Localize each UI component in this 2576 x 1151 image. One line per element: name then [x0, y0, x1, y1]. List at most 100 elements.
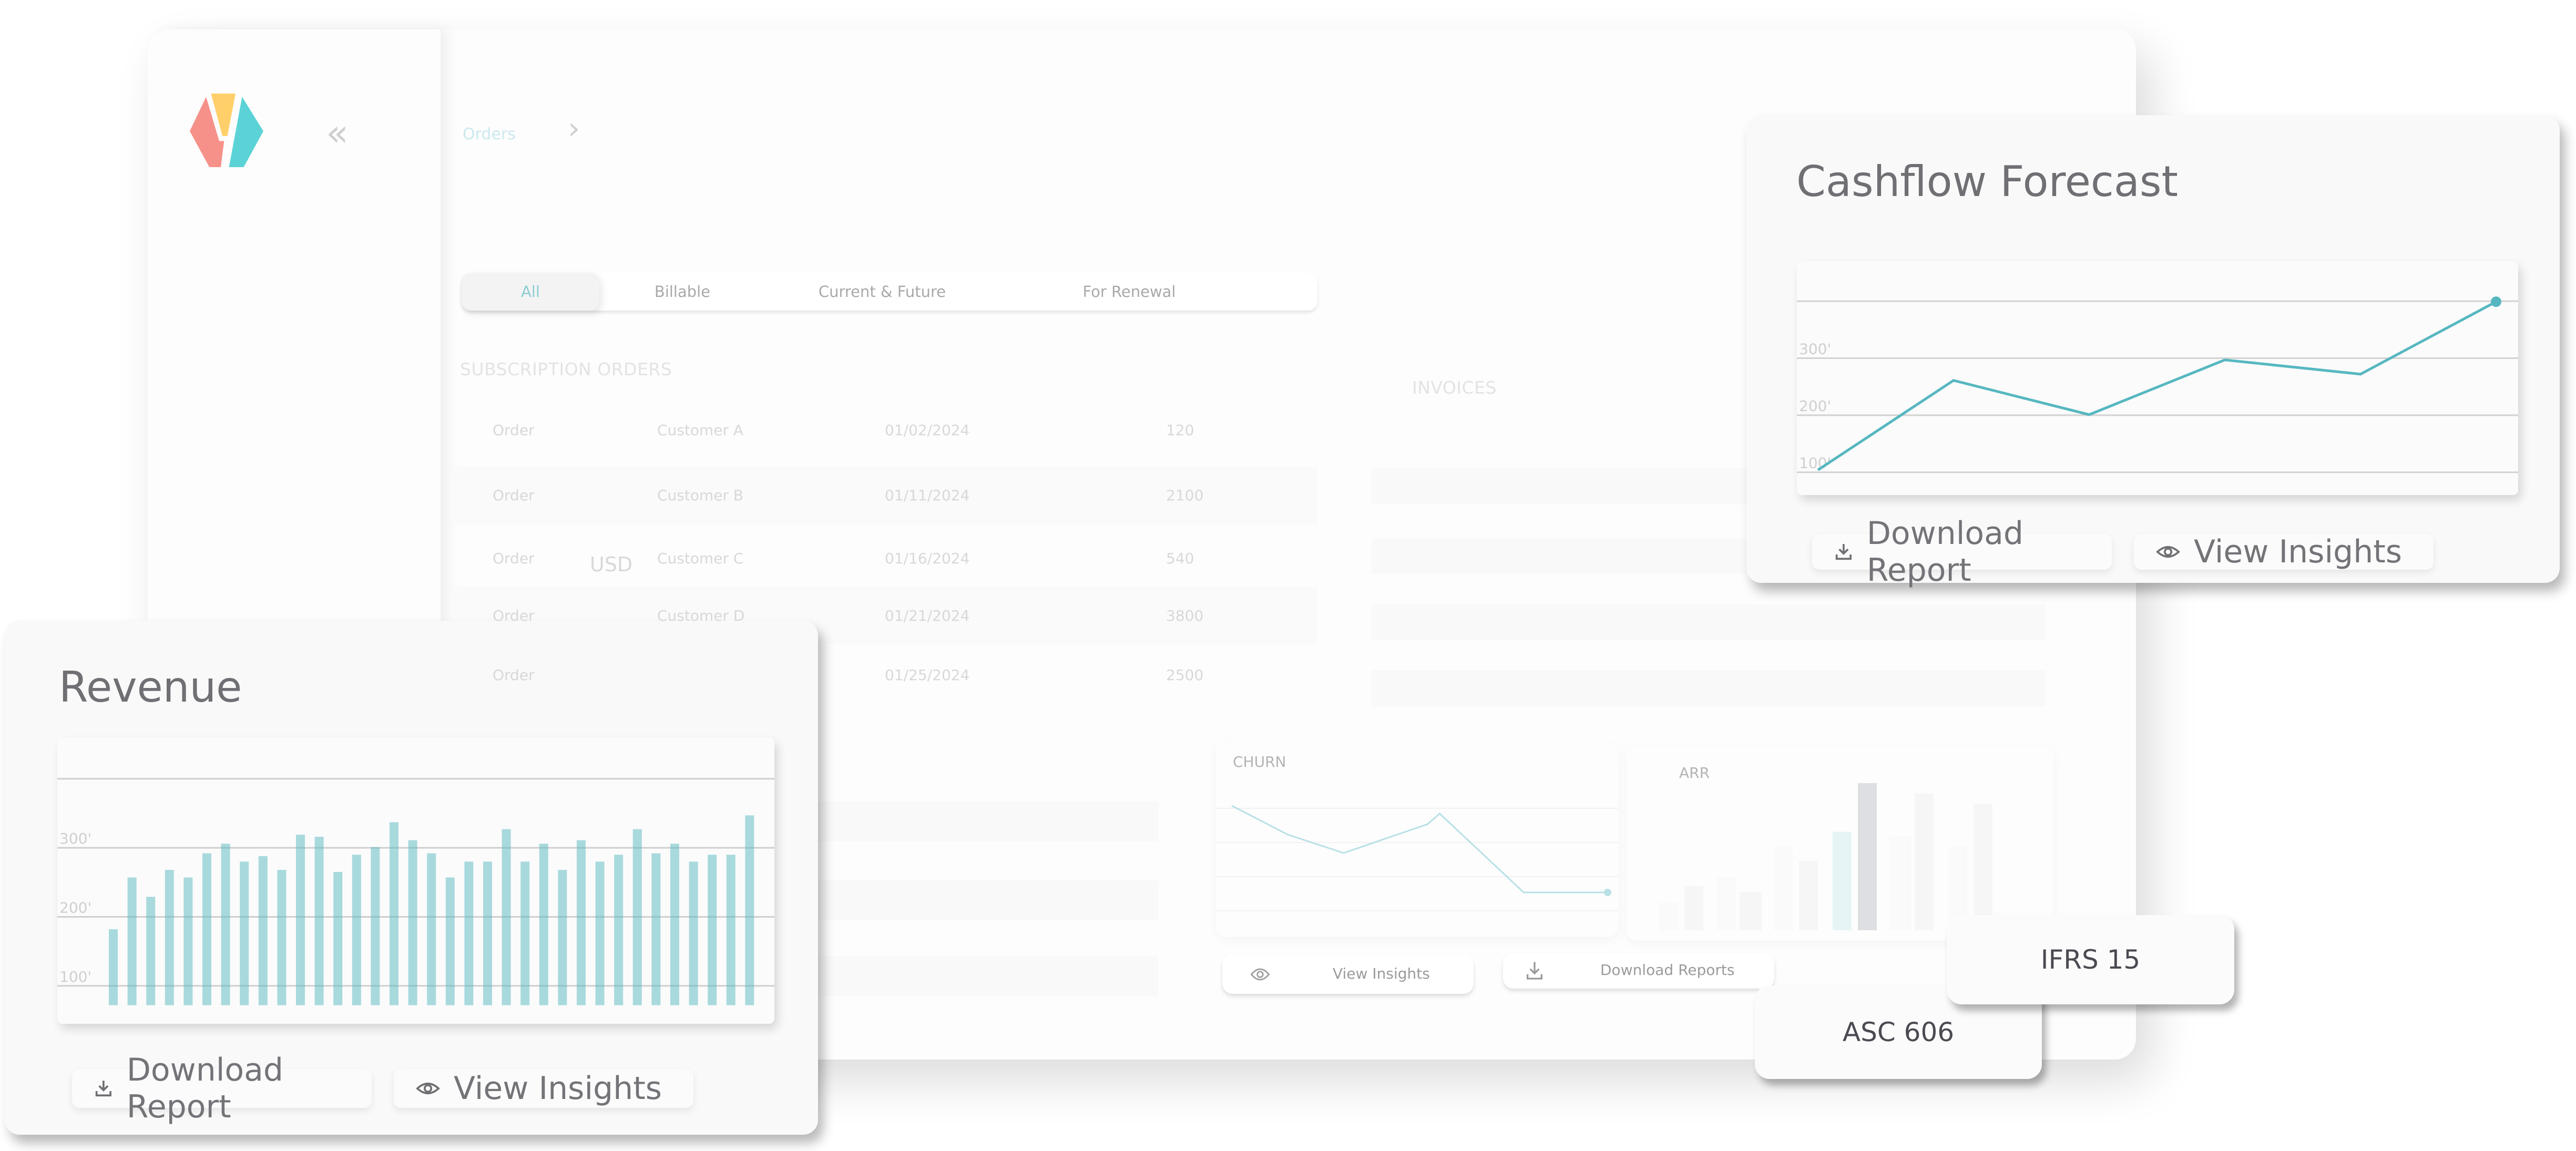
list-row-placeholder [810, 957, 1158, 996]
revenue-bar [520, 861, 530, 1005]
invoices-title: INVOICES [1412, 377, 1497, 398]
view-insights-label: View Insights [454, 1070, 662, 1107]
revenue-bar [632, 829, 642, 1005]
download-reports-label: Download Reports [1600, 961, 1735, 979]
revenue-bar [146, 897, 156, 1005]
chevron-right-icon[interactable]: › [568, 113, 580, 143]
eye-icon [1250, 968, 1270, 981]
arr-bar [1684, 886, 1703, 930]
revenue-bar [202, 853, 211, 1005]
subscription-orders-title: SUBSCRIPTION ORDERS [460, 359, 672, 379]
arr-bar [1915, 793, 1934, 930]
revenue-bar [483, 861, 492, 1005]
cashflow-title: Cashflow Forecast [1796, 157, 2178, 206]
revenue-bar [670, 844, 679, 1005]
download-report-label: Download Report [1866, 515, 2023, 589]
churn-card: CHURN [1216, 743, 1618, 937]
arr-bar [1833, 831, 1852, 930]
order-cell-date: 01/11/2024 [885, 487, 970, 504]
order-cell-customer: Customer A [657, 422, 744, 439]
order-cell-type: Order [493, 487, 535, 504]
revenue-chart: 100' 200' 300' [57, 778, 774, 1005]
cashflow-point [2491, 296, 2501, 307]
revenue-bar [314, 837, 324, 1005]
order-cell-type: Order [493, 422, 535, 439]
double-chevron-left-icon[interactable]: « [326, 115, 349, 151]
cashflow-forecast-card: Cashflow Forecast 100' 200' 300' Download … [1746, 115, 2560, 589]
download-reports-button[interactable]: Download Reports [1503, 953, 1774, 989]
download-icon [95, 1081, 111, 1097]
cashflow-series-line [1817, 300, 2497, 471]
revenue-bar [614, 855, 623, 1005]
tab-for-renewal[interactable]: For Renewal [1050, 273, 1208, 311]
revenue-bar [577, 840, 586, 1005]
revenue-bar [726, 855, 735, 1005]
view-insights-label: View Insights [2194, 533, 2403, 570]
revenue-bar [352, 855, 361, 1005]
tab-current-future[interactable]: Current & Future [798, 273, 966, 311]
arr-bar [1799, 861, 1818, 930]
brand-logo[interactable] [184, 94, 271, 167]
revenue-bar [371, 847, 380, 1005]
churn-end-point [1604, 889, 1611, 896]
logo-right-shard [229, 97, 263, 167]
revenue-bar [296, 835, 305, 1005]
order-cell-customer: Customer C [657, 550, 744, 567]
ifrs-15-label: IFRS 15 [2040, 944, 2141, 975]
revenue-download-report-button[interactable]: Download Report [72, 1052, 372, 1125]
churn-series-line [1231, 805, 1608, 893]
invoice-row[interactable] [1372, 604, 2046, 640]
arr-bar [1740, 892, 1762, 930]
arr-bar [1717, 877, 1736, 930]
revenue-bar [165, 870, 174, 1005]
list-row-placeholder [810, 880, 1158, 920]
order-cell-type: Order [493, 550, 535, 567]
revenue-bar [708, 855, 717, 1005]
tab-billable[interactable]: Billable [619, 273, 745, 311]
arr-chart [1659, 783, 1992, 930]
revenue-bar [689, 861, 698, 1005]
revenue-bar [595, 861, 605, 1005]
order-cell-type: Order [493, 666, 535, 684]
invoice-row[interactable] [1372, 670, 2046, 707]
cashflow-chart: 100'200'300' [1797, 296, 2518, 474]
revenue-bar [558, 870, 567, 1005]
order-cell-amount: 3800 [1166, 607, 1204, 624]
download-icon [1835, 544, 1852, 560]
revenue-card: Revenue 100' 200' 300' Download Report Vie… [5, 621, 818, 1135]
ifrs-15-card[interactable]: IFRS 15 [1947, 915, 2234, 1004]
eye-icon [2156, 546, 2180, 558]
revenue-bar [502, 829, 511, 1005]
arr-bar [1858, 783, 1877, 930]
revenue-bar [464, 861, 474, 1005]
revenue-bar [109, 929, 118, 1005]
download-report-label: Download Report [126, 1052, 283, 1125]
cashflow-download-report-button[interactable]: Download Report [1812, 515, 2112, 589]
eye-icon [416, 1083, 440, 1094]
order-cell-date: 01/25/2024 [885, 666, 970, 684]
revenue-bar [183, 877, 193, 1005]
breadcrumb-orders[interactable]: Orders [463, 125, 516, 143]
order-cell-amount: 2500 [1166, 666, 1204, 684]
order-cell-date: 01/02/2024 [885, 422, 970, 439]
y-tick-label: 200' [59, 899, 91, 916]
order-cell-type: Order [493, 607, 535, 624]
view-insights-button[interactable]: View Insights [1222, 954, 1474, 994]
order-cell-date: 01/16/2024 [885, 550, 970, 567]
revenue-bar [127, 877, 137, 1005]
order-cell-amount: 540 [1166, 550, 1194, 567]
order-filter-tabs: All Billable Current & Future For Renewa… [462, 273, 1317, 311]
revenue-bar [745, 815, 754, 1005]
cashflow-view-insights-button[interactable]: View Insights [2134, 533, 2434, 570]
currency-label: USD [590, 553, 633, 576]
revenue-bar [333, 872, 343, 1005]
tab-all[interactable]: All [462, 273, 599, 311]
list-row-placeholder [810, 801, 1158, 841]
asc-606-label: ASC 606 [1842, 1017, 1955, 1047]
y-tick-label: 200' [1799, 397, 1831, 415]
order-cell-date: 01/21/2024 [885, 607, 970, 624]
revenue-bar [390, 822, 398, 1005]
revenue-view-insights-button[interactable]: View Insights [394, 1069, 693, 1108]
revenue-title: Revenue [59, 663, 242, 712]
arr-card: ARR [1627, 746, 2053, 941]
